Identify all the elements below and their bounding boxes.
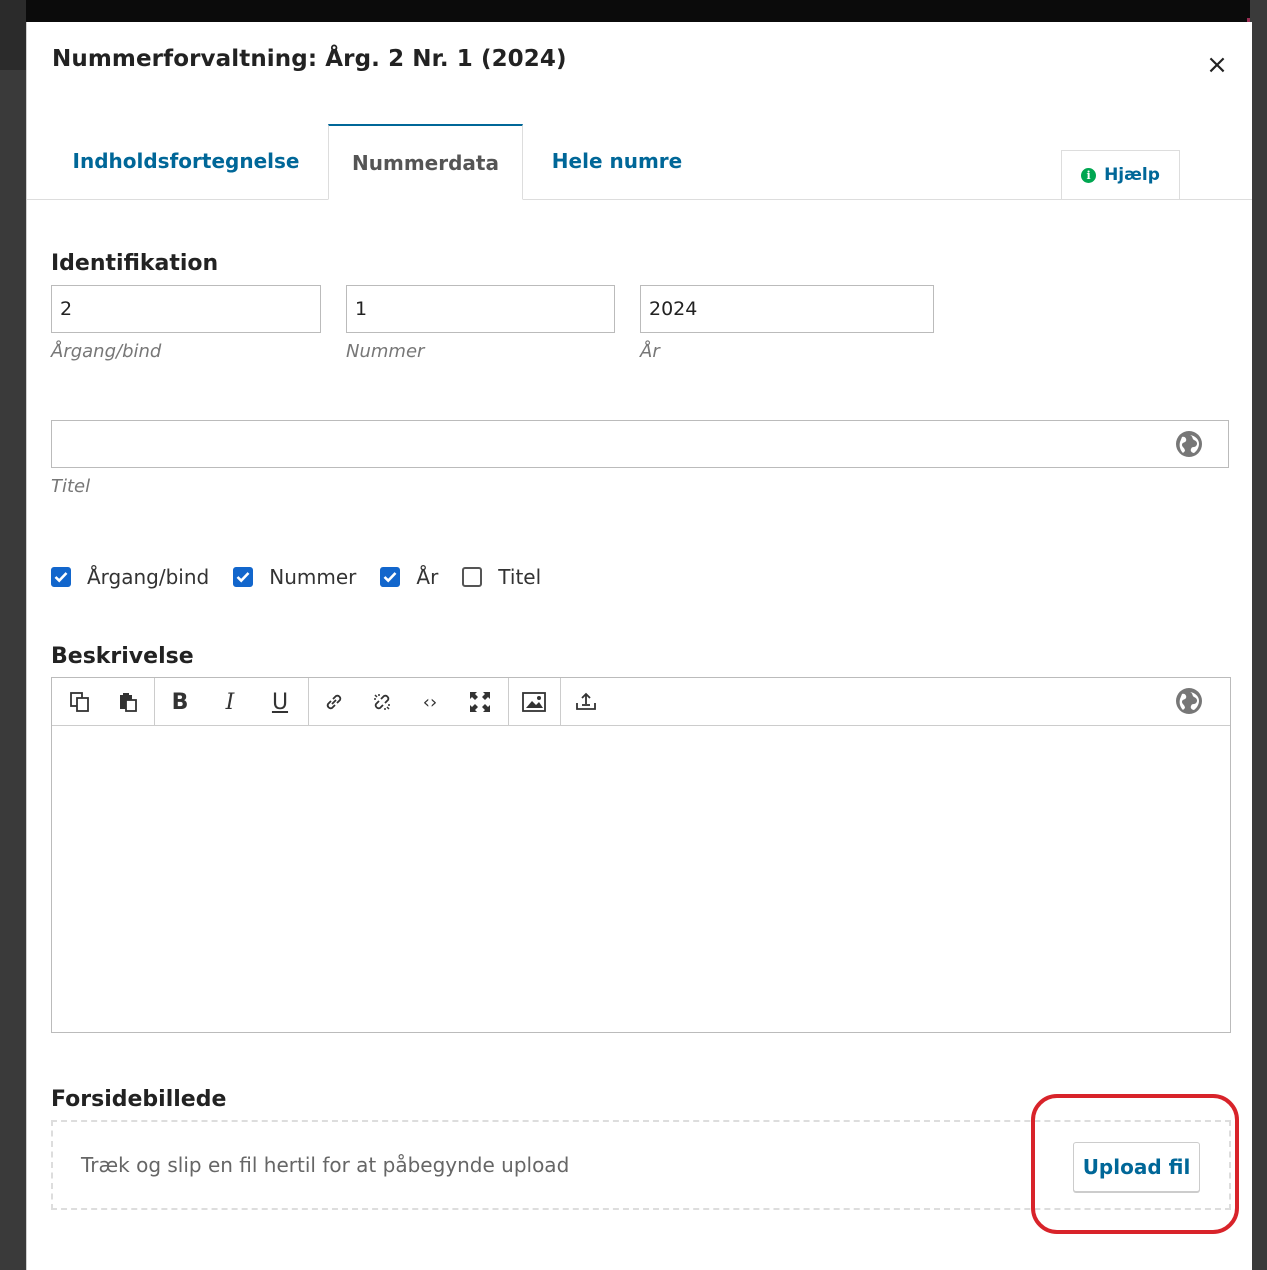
tab-issue-data[interactable]: Nummerdata xyxy=(328,124,523,200)
underline-icon[interactable]: U xyxy=(264,686,296,718)
show-title-checkbox[interactable]: Titel xyxy=(462,565,541,589)
show-volume-checkbox[interactable]: Årgang/bind xyxy=(51,565,209,589)
toolbar-separator xyxy=(560,678,561,725)
issue-management-modal: Nummerforvaltning: Årg. 2 Nr. 1 (2024) ×… xyxy=(26,22,1252,1270)
tab-table-of-contents[interactable]: Indholdsfortegnelse xyxy=(55,124,317,198)
show-year-label: År xyxy=(416,565,439,589)
checkbox-unchecked[interactable] xyxy=(462,567,483,587)
cover-image-heading: Forsidebillede xyxy=(51,1087,227,1112)
show-number-checkbox[interactable]: Nummer xyxy=(233,565,356,589)
year-label: År xyxy=(640,341,660,362)
number-input[interactable]: 1 xyxy=(346,285,615,333)
checkbox-checked[interactable] xyxy=(51,567,71,587)
info-icon: i xyxy=(1081,167,1097,183)
link-icon[interactable] xyxy=(318,686,350,718)
modal-title: Nummerforvaltning: Årg. 2 Nr. 1 (2024) xyxy=(52,46,567,72)
toolbar-separator xyxy=(154,678,155,725)
show-number-label: Nummer xyxy=(269,565,357,589)
paste-icon[interactable] xyxy=(112,686,144,718)
help-label: Hjælp xyxy=(1104,165,1160,185)
unlink-icon[interactable] xyxy=(366,686,398,718)
upload-icon[interactable] xyxy=(570,686,602,718)
help-button[interactable]: i Hjælp xyxy=(1061,150,1180,199)
annotation-highlight-circle xyxy=(1031,1094,1239,1234)
display-options: Årgang/bind Nummer År Titel xyxy=(51,562,565,592)
toolbar-separator xyxy=(308,678,309,725)
globe-icon[interactable] xyxy=(1176,431,1202,457)
tab-back-issues[interactable]: Hele numre xyxy=(537,124,697,198)
italic-icon[interactable]: I xyxy=(214,686,246,718)
background-page-right xyxy=(1250,0,1267,1270)
description-editor: B I U ‹› xyxy=(51,677,1231,1033)
editor-toolbar: B I U ‹› xyxy=(52,678,1230,726)
toolbar-separator xyxy=(508,678,509,725)
checkbox-checked[interactable] xyxy=(380,567,401,587)
fullscreen-icon[interactable] xyxy=(464,686,496,718)
bold-icon[interactable]: B xyxy=(164,686,196,718)
show-volume-label: Årgang/bind xyxy=(87,565,210,589)
image-icon[interactable] xyxy=(518,686,550,718)
year-input[interactable]: 2024 xyxy=(640,285,934,333)
show-title-label: Titel xyxy=(498,565,542,589)
close-button[interactable]: × xyxy=(1204,52,1230,78)
volume-input[interactable]: 2 xyxy=(51,285,321,333)
background-sidebar xyxy=(0,70,26,1270)
description-heading: Beskrivelse xyxy=(51,644,194,669)
checkbox-checked[interactable] xyxy=(233,567,254,587)
show-year-checkbox[interactable]: År xyxy=(380,565,438,589)
dropzone-text: Træk og slip en fil hertil for at påbegy… xyxy=(81,1153,570,1177)
title-label: Titel xyxy=(51,476,91,497)
title-input[interactable] xyxy=(51,420,1229,468)
background-page-left xyxy=(0,0,26,1270)
editor-content-area[interactable] xyxy=(52,726,1230,1032)
globe-icon[interactable] xyxy=(1176,688,1202,714)
identification-heading: Identifikation xyxy=(51,251,219,276)
code-icon[interactable]: ‹› xyxy=(414,686,446,718)
copy-icon[interactable] xyxy=(64,686,96,718)
volume-label: Årgang/bind xyxy=(51,341,162,362)
number-label: Nummer xyxy=(346,341,425,362)
